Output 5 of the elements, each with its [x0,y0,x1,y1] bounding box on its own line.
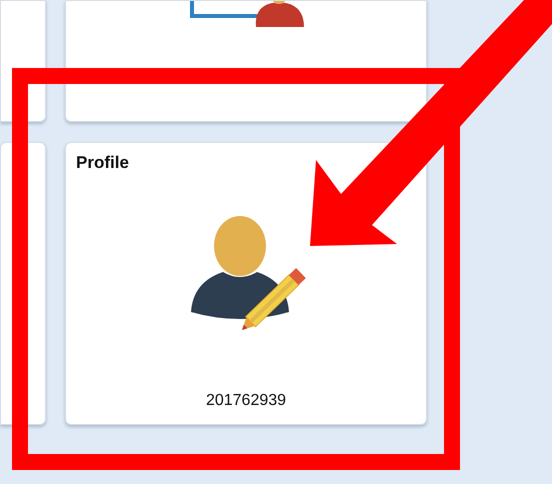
profile-edit-icon [191,216,306,330]
presentation-icon [190,1,304,27]
tile-caption: 201762939 [206,392,286,410]
tile-card[interactable]: Profile 201762939 [65,142,427,425]
tile-title: Profile [76,153,129,173]
